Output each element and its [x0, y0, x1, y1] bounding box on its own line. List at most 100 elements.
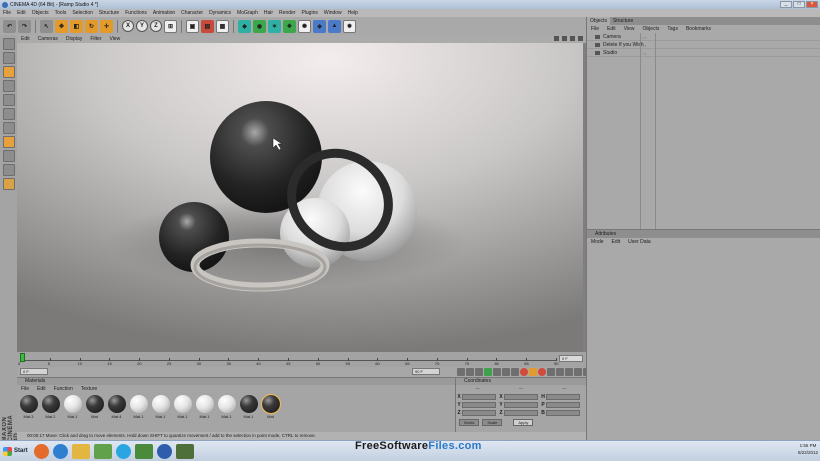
objects-menu-bookmarks[interactable]: Bookmarks — [686, 26, 711, 32]
materials-menu-texture[interactable]: Texture — [81, 386, 97, 392]
end-frame-field[interactable]: 90 F — [412, 368, 440, 375]
system-clock[interactable]: 1:55 PM 8/22/2012 — [798, 442, 818, 456]
utility-taskbar-icon[interactable] — [175, 443, 194, 459]
menu-edit[interactable]: Edit — [17, 10, 26, 16]
parameter-key-icon[interactable] — [574, 368, 582, 376]
viewport-menu-filter[interactable]: Filter — [90, 36, 101, 42]
coordinate-system-icon[interactable]: ⊞ — [164, 19, 177, 33]
rotation-h-field[interactable] — [546, 394, 580, 400]
tab-structure[interactable]: Structure — [610, 17, 636, 25]
rotation-p-field[interactable] — [546, 402, 580, 408]
menu-functions[interactable]: Functions — [125, 10, 147, 16]
keyframe-selection-icon[interactable] — [538, 368, 546, 376]
menu-selection[interactable]: Selection — [72, 10, 93, 16]
timeline-track[interactable]: 0 5 10 15 20 25 30 35 40 45 50 55 60 65 70 75 80 85 90 — [18, 355, 558, 366]
close-button[interactable]: × — [806, 1, 818, 8]
play-forwards-icon[interactable] — [484, 368, 492, 376]
ie-taskbar-icon[interactable] — [52, 443, 68, 459]
menu-animation[interactable]: Animation — [153, 10, 175, 16]
objects-menu-edit[interactable]: Edit — [607, 26, 616, 32]
playhead-marker[interactable] — [20, 353, 25, 362]
rotate-tool-icon[interactable]: ↻ — [85, 19, 98, 33]
undo-icon[interactable]: ↶ — [3, 19, 16, 33]
explorer-taskbar-icon[interactable] — [71, 443, 90, 459]
menu-render[interactable]: Render — [279, 10, 295, 16]
material-swatch[interactable]: Mat — [260, 394, 281, 419]
autokey-icon[interactable] — [529, 368, 537, 376]
scale-tool-icon[interactable]: ◧ — [70, 19, 83, 33]
menu-help[interactable]: Help — [348, 10, 358, 16]
rotate-view-icon[interactable] — [570, 36, 575, 41]
pan-view-icon[interactable] — [554, 36, 559, 41]
render-picture-viewer-icon[interactable]: ▤ — [201, 19, 214, 33]
x-axis-lock-button[interactable]: X — [122, 20, 134, 32]
material-swatch[interactable]: Mat.1 — [195, 395, 214, 419]
rotation-key-icon[interactable] — [565, 368, 573, 376]
use-axis-mode-icon[interactable] — [2, 80, 15, 92]
menu-hair[interactable]: Hair — [264, 10, 273, 16]
scale-key-icon[interactable] — [556, 368, 564, 376]
nurbs-icon[interactable]: ◉ — [253, 19, 266, 33]
attributes-menu-mode[interactable]: Mode — [591, 239, 604, 245]
next-key-icon[interactable] — [493, 368, 501, 376]
render-view-icon[interactable]: ▣ — [186, 19, 199, 33]
materials-menu-edit[interactable]: Edit — [37, 386, 46, 392]
objects-menu-file[interactable]: File — [591, 26, 599, 32]
visibility-dots-icon[interactable]: : : — [643, 35, 646, 40]
skype-taskbar-icon[interactable] — [115, 443, 131, 459]
material-swatch[interactable]: Mat.3 — [19, 395, 38, 419]
cube-object-icon[interactable]: ◆ — [238, 19, 251, 33]
material-swatch[interactable]: Mat.2 — [41, 395, 60, 419]
environment-icon[interactable]: ◈ — [313, 19, 326, 33]
zoom-view-icon[interactable] — [562, 36, 567, 41]
app-taskbar-icon[interactable] — [93, 443, 112, 459]
array-icon[interactable]: ✶ — [268, 19, 281, 33]
position-key-icon[interactable] — [547, 368, 555, 376]
material-swatch[interactable]: Mat.1 — [129, 395, 148, 419]
materials-menu-function[interactable]: Function — [54, 386, 73, 392]
go-to-end-icon[interactable] — [502, 368, 510, 376]
light-icon[interactable]: ✹ — [343, 19, 356, 33]
visibility-dots-icon[interactable]: : : — [643, 43, 646, 48]
menu-mograph[interactable]: MoGraph — [237, 10, 258, 16]
tweak-mode-icon[interactable] — [2, 150, 15, 162]
maximize-button[interactable]: □ — [793, 1, 805, 8]
object-row-studio[interactable]: Studio : : — [587, 49, 820, 57]
material-swatch[interactable]: Mat — [85, 395, 104, 419]
redo-icon[interactable]: ↷ — [18, 19, 31, 33]
objects-menu-objects[interactable]: Objects — [642, 26, 659, 32]
menu-dynamics[interactable]: Dynamics — [209, 10, 231, 16]
object-row-delete-if-you-wish[interactable]: Delete If you Wish : : — [587, 41, 820, 49]
render-settings-icon[interactable]: ▦ — [216, 19, 229, 33]
use-points-mode-icon[interactable] — [2, 94, 15, 106]
use-object-mode-icon[interactable] — [2, 52, 15, 64]
size-y-field[interactable] — [504, 402, 538, 408]
size-z-field[interactable] — [504, 410, 538, 416]
viewport-menu-edit[interactable]: Edit — [21, 36, 30, 42]
tab-objects[interactable]: Objects — [587, 17, 610, 25]
enable-axis-icon[interactable] — [2, 136, 15, 148]
workplane-icon[interactable] — [2, 178, 15, 190]
live-selection-icon[interactable]: ↖ — [40, 19, 53, 33]
viewport-menu-cameras[interactable]: Cameras — [38, 36, 58, 42]
loop-icon[interactable] — [511, 368, 519, 376]
rotation-b-field[interactable] — [546, 410, 580, 416]
play-backwards-icon[interactable] — [475, 368, 483, 376]
start-button[interactable]: Start — [0, 444, 34, 459]
previous-key-icon[interactable] — [466, 368, 474, 376]
attributes-menu-edit[interactable]: Edit — [612, 239, 621, 245]
y-axis-lock-button[interactable]: Y — [136, 20, 148, 32]
scene-icon[interactable]: ✺ — [298, 19, 311, 33]
record-keys-icon[interactable] — [520, 368, 528, 376]
viewport-menu-display[interactable]: Display — [66, 36, 82, 42]
viewport-menu-view[interactable]: View — [109, 36, 120, 42]
current-frame-field[interactable]: 0 F — [20, 368, 48, 375]
menu-structure[interactable]: Structure — [99, 10, 119, 16]
attributes-menu-user-data[interactable]: User Data — [628, 239, 651, 245]
snapping-icon[interactable] — [2, 164, 15, 176]
use-edges-mode-icon[interactable] — [2, 108, 15, 120]
firefox-taskbar-icon[interactable] — [33, 443, 49, 459]
material-swatch[interactable]: Mat.1 — [173, 395, 192, 419]
objects-menu-tags[interactable]: Tags — [667, 26, 678, 32]
z-axis-lock-button[interactable]: Z — [150, 20, 162, 32]
